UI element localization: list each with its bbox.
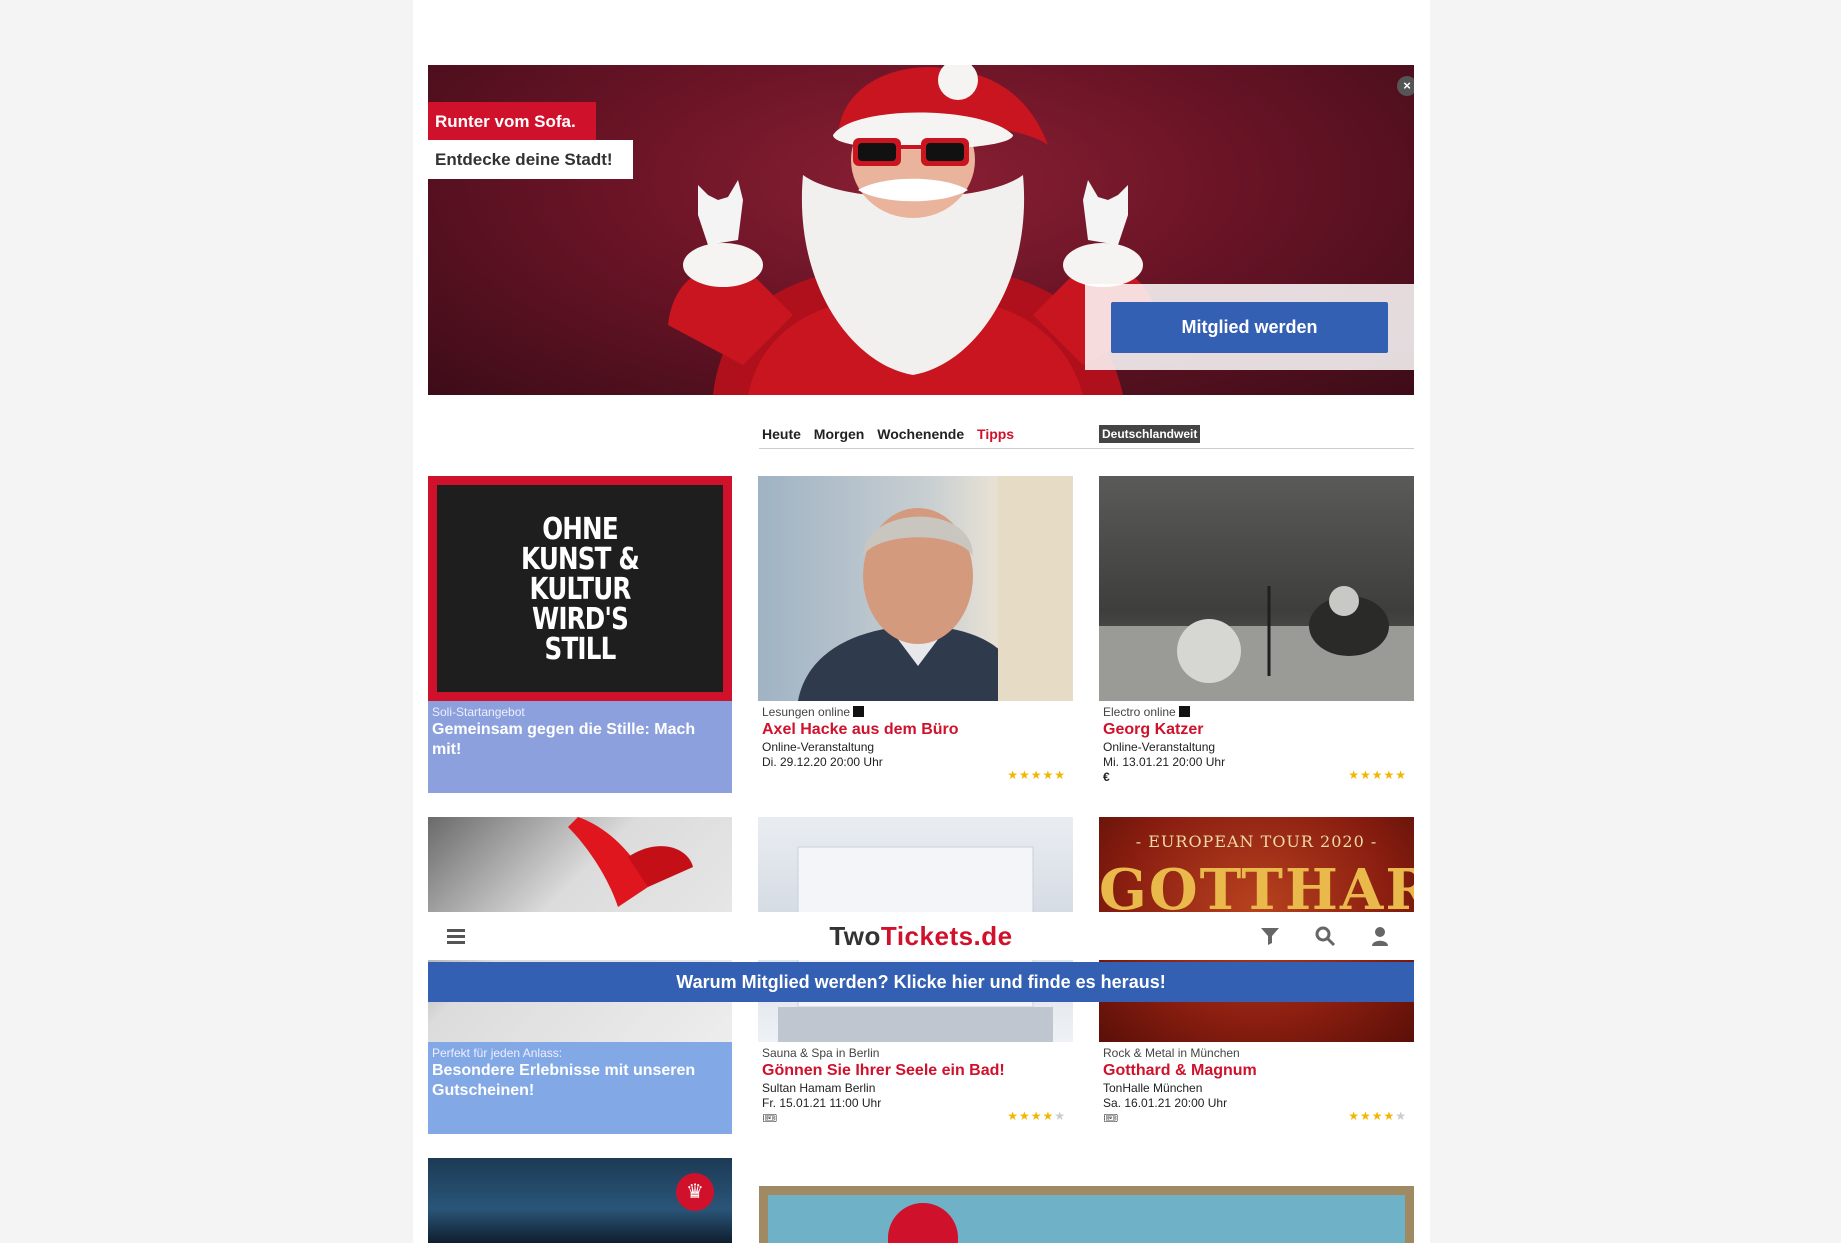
card-category: Electro online <box>1103 705 1176 719</box>
tab-tomorrow[interactable]: Morgen <box>814 426 865 442</box>
card-category: Perfekt für jeden Anlass: <box>432 1046 563 1060</box>
card-title[interactable]: Gotthard & Magnum <box>1103 1061 1410 1081</box>
card-meta: Sauna & Spa in Berlin Gönnen Sie Ihrer S… <box>758 1042 1073 1134</box>
card-title[interactable]: Georg Katzer <box>1103 720 1410 740</box>
become-member-button[interactable]: Mitglied werden <box>1111 302 1388 353</box>
divider <box>759 448 1414 449</box>
card-title[interactable]: Besondere Erlebnisse mit unseren Gutsche… <box>432 1061 728 1101</box>
poster: OHNE KUNST & KULTUR WIRD'S STILL <box>437 485 723 692</box>
card-image <box>1099 476 1414 701</box>
page: Runter vom Sofa. Entdecke deine Stadt! ×… <box>413 0 1430 1243</box>
card-venue: Sultan Hamam Berlin <box>762 1081 876 1095</box>
sticky-header: TwoTickets.de <box>428 912 1414 960</box>
card-title[interactable]: Axel Hacke aus dem Büro <box>762 720 1069 740</box>
online-icon <box>853 706 865 717</box>
card-category: Sauna & Spa in Berlin <box>762 1046 880 1060</box>
online-icon <box>1178 706 1190 717</box>
crown-icon: ♛ <box>676 1173 714 1211</box>
card-category-row: Electro online <box>1103 705 1410 720</box>
rating-stars: ★★★★★ <box>1348 768 1407 782</box>
poster-subtitle: - EUROPEAN TOUR 2020 - <box>1135 832 1378 851</box>
hero-tagline-2: Entdecke deine Stadt! <box>428 140 633 179</box>
hat-shape <box>888 1203 958 1243</box>
user-icon[interactable] <box>1368 924 1392 948</box>
card-image <box>758 476 1073 701</box>
cta-box: Mitglied werden <box>1085 284 1414 370</box>
rating-stars: ★★★★★ <box>1348 1109 1407 1123</box>
event-card-axel-hacke[interactable]: Lesungen online Axel Hacke aus dem Büro … <box>758 476 1073 793</box>
feature-photo <box>768 1195 1405 1243</box>
poster-line: WIRD'S <box>532 602 629 637</box>
card-venue: Online-Veranstaltung <box>762 740 875 754</box>
card-category: Soli-Startangebot <box>432 705 525 719</box>
rating-stars: ★★★★★ <box>1007 1109 1066 1123</box>
logo-part-2: Tickets.de <box>880 921 1013 951</box>
promo-card-soli[interactable]: OHNE KUNST & KULTUR WIRD'S STILL Soli-St… <box>428 476 732 793</box>
region-selector[interactable]: Deutschlandweit <box>1099 425 1201 443</box>
photo-image <box>1099 586 1414 701</box>
card-category: Lesungen online <box>762 705 851 719</box>
concert-card-image[interactable]: ♛ <box>428 1158 732 1243</box>
card-title[interactable]: Gemeinsam gegen die Stille: Mach mit! <box>432 720 728 760</box>
card-title[interactable]: Gönnen Sie Ihrer Seele ein Bad! <box>762 1061 1069 1081</box>
poster-line: KULTUR <box>529 572 632 607</box>
card-image: OHNE KUNST & KULTUR WIRD'S STILL <box>428 476 732 701</box>
tab-today[interactable]: Heute <box>762 426 801 442</box>
hero-tagline-1: Runter vom Sofa. <box>428 102 596 141</box>
card-venue: TonHalle München <box>1103 1081 1203 1095</box>
card-meta: Electro online Georg Katzer Online-Veran… <box>1099 701 1414 793</box>
member-info-banner[interactable]: Warum Mitglied werden? Klicke hier und f… <box>428 962 1414 1002</box>
hero-banner[interactable]: Runter vom Sofa. Entdecke deine Stadt! ×… <box>428 65 1414 395</box>
poster-line: STILL <box>544 632 617 667</box>
card-category-row: Lesungen online <box>762 705 1069 720</box>
portrait-image <box>798 476 1073 701</box>
close-button[interactable]: × <box>1397 76 1414 96</box>
event-card-georg-katzer[interactable]: Electro online Georg Katzer Online-Veran… <box>1099 476 1414 793</box>
poster-line: OHNE <box>542 512 618 547</box>
card-meta: Perfekt für jeden Anlass: Besondere Erle… <box>428 1042 732 1134</box>
card-meta: Rock & Metal in München Gotthard & Magnu… <box>1099 1042 1414 1134</box>
logo-part-1: Two <box>829 921 881 951</box>
card-meta: Soli-Startangebot Gemeinsam gegen die St… <box>428 701 732 793</box>
card-venue: Online-Veranstaltung <box>1103 740 1216 754</box>
card-category: Rock & Metal in München <box>1103 1046 1240 1060</box>
tab-weekend[interactable]: Wochenende <box>877 426 964 442</box>
feature-card-image[interactable] <box>759 1186 1414 1243</box>
day-filter-tabs: Heute Morgen Wochenende Tipps <box>762 426 1023 442</box>
card-meta: Lesungen online Axel Hacke aus dem Büro … <box>758 701 1073 793</box>
tab-tips[interactable]: Tipps <box>977 426 1014 442</box>
filter-icon[interactable] <box>1258 924 1282 948</box>
poster-line: KUNST & <box>521 542 640 577</box>
search-icon[interactable] <box>1313 924 1337 948</box>
rating-stars: ★★★★★ <box>1007 768 1066 782</box>
